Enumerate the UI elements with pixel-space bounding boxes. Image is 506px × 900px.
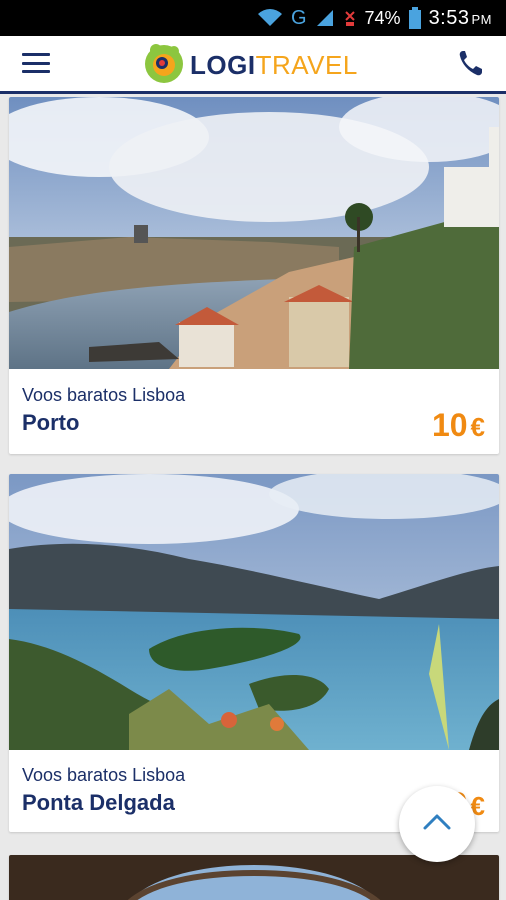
card-subtitle: Voos baratos Lisboa [22, 765, 186, 785]
price-currency: € [470, 412, 485, 442]
network-type: G [290, 6, 307, 29]
destination-feed: Voos baratos Lisboa Porto 10 € Voos bara… [0, 97, 506, 900]
destination-card-porto[interactable]: Voos baratos Lisboa Porto 10 € [9, 97, 499, 454]
clock: 3:53 PM [429, 7, 492, 30]
destination-image-porto [9, 97, 499, 369]
logo-icon [142, 41, 186, 90]
price-value: 10 [431, 407, 468, 443]
clock-ampm: PM [471, 11, 492, 27]
destination-image-ponta-delgada [9, 474, 499, 750]
clock-time: 3:53 [428, 6, 470, 29]
status-bar: G 74% 3:53 PM [0, 0, 506, 36]
logo-text-travel: TRAVEL [255, 49, 358, 80]
app-header: LOGITRAVEL [0, 36, 506, 94]
destination-image-third [9, 855, 499, 900]
signal-icon [315, 8, 335, 28]
battery-percent: 74% [364, 7, 401, 28]
wifi-icon [257, 8, 283, 28]
card-price: 10€ [432, 407, 485, 444]
menu-icon[interactable] [22, 50, 50, 76]
card-subtitle: Voos baratos Lisboa [22, 385, 186, 405]
no-signal-icon [343, 8, 357, 28]
card-title: Ponta Delgada [22, 790, 175, 815]
phone-icon[interactable] [458, 49, 484, 77]
destination-card-third[interactable] [9, 855, 499, 900]
destination-card-ponta-delgada[interactable]: Voos baratos Lisboa Ponta Delgada 10€ [9, 474, 499, 832]
logo[interactable]: LOGITRAVEL [142, 42, 358, 88]
battery-icon [408, 7, 421, 29]
scroll-to-top-button[interactable] [399, 786, 475, 862]
card-title: Porto [22, 410, 80, 435]
chevron-up-icon [422, 812, 452, 837]
logo-text-logi: LOGI [190, 49, 256, 80]
